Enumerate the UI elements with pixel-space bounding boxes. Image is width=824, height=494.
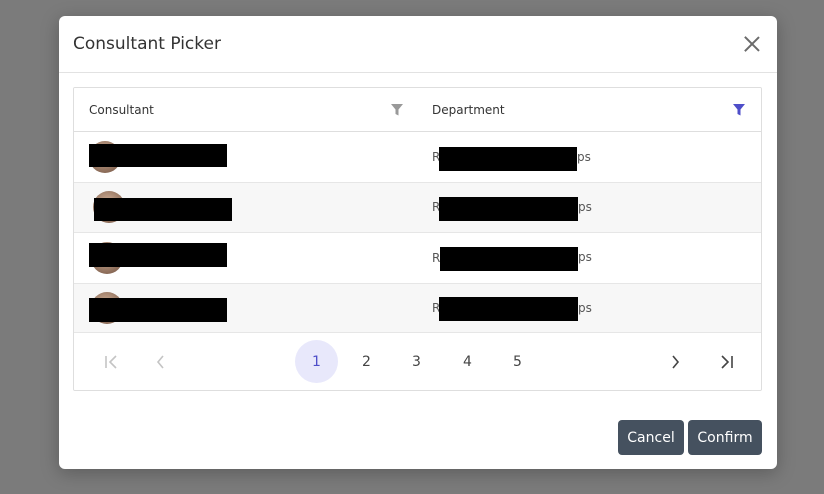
department-cell: R ps [417,233,761,283]
dialog-header: Consultant Picker [59,16,777,73]
redacted-department [439,296,578,321]
page-button-1[interactable]: 1 [295,340,338,383]
grid-header: Consultant Department [74,88,761,132]
page-button-3[interactable]: 3 [395,340,438,383]
table-row[interactable]: R ps [74,233,761,284]
filter-icon[interactable] [390,103,404,117]
redacted-name [89,144,227,167]
column-header-department[interactable]: Department [417,88,761,131]
close-icon[interactable] [741,33,763,55]
department-suffix: ps [578,199,592,214]
redacted-department [440,247,578,271]
table-row[interactable]: R ps [74,182,761,233]
column-header-consultant[interactable]: Consultant [74,88,417,131]
redacted-name [94,197,232,221]
column-label-department: Department [432,102,505,117]
table-row[interactable]: R ps [74,283,761,334]
consultant-cell [74,132,417,182]
pagination-bar: 1 2 3 4 5 [74,332,761,390]
department-suffix: ps [578,250,592,264]
redacted-name [89,243,227,267]
column-label-consultant: Consultant [89,102,154,117]
consultant-picker-dialog: Consultant Picker Consultant Department [59,16,777,469]
consultant-cell [74,233,417,283]
consultant-cell [74,183,417,233]
consultant-cell [74,284,417,334]
first-page-icon[interactable] [90,340,133,383]
department-suffix: ps [577,150,591,164]
department-suffix: ps [578,300,592,315]
page-button-5[interactable]: 5 [496,340,539,383]
department-cell: R ps [417,284,761,334]
dialog-title: Consultant Picker [73,34,221,54]
page-button-2[interactable]: 2 [345,340,388,383]
chevron-right-icon[interactable] [653,340,696,383]
chevron-left-icon[interactable] [139,340,182,383]
cancel-button[interactable]: Cancel [618,420,684,455]
last-page-icon[interactable] [704,340,747,383]
confirm-button[interactable]: Confirm [688,420,762,455]
redacted-name [89,297,227,322]
table-row[interactable]: R ps [74,132,761,183]
redacted-department [439,196,578,221]
redacted-department [439,147,577,171]
consultant-grid: Consultant Department R ps R ps R ps R p… [73,87,762,391]
department-cell: R ps [417,183,761,233]
filter-active-icon[interactable] [732,103,746,117]
department-cell: R ps [417,132,761,182]
page-button-4[interactable]: 4 [446,340,489,383]
